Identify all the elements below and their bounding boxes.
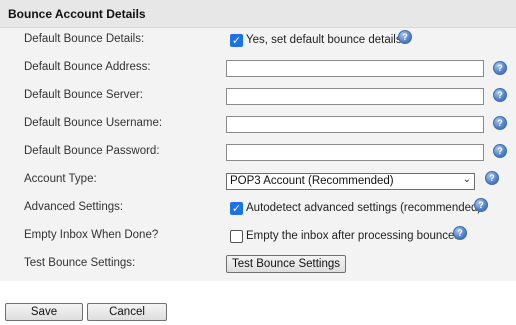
help-icon[interactable]: ? — [493, 61, 507, 75]
help-icon[interactable]: ? — [485, 171, 499, 185]
panel-header: Bounce Account Details — [0, 0, 516, 28]
advanced-settings-label: Advanced Settings: — [24, 201, 124, 213]
default-details-checkbox[interactable]: ✓ — [230, 34, 243, 47]
empty-inbox-checkbox-label[interactable]: Empty the inbox after processing bounces — [246, 230, 460, 242]
save-button[interactable]: Save — [5, 303, 83, 321]
bounce-address-label: Default Bounce Address: — [24, 61, 151, 73]
help-icon[interactable]: ? — [493, 144, 507, 158]
empty-inbox-label: Empty Inbox When Done? — [24, 229, 159, 241]
bounce-username-label: Default Bounce Username: — [24, 117, 163, 129]
account-type-select[interactable]: POP3 Account (Recommended) ⌄ — [226, 173, 475, 190]
account-type-selected: POP3 Account (Recommended) — [230, 175, 394, 187]
bounce-server-input[interactable] — [226, 88, 484, 105]
default-details-checkbox-label[interactable]: Yes, set default bounce details — [246, 34, 402, 46]
help-icon[interactable]: ? — [453, 226, 467, 240]
test-bounce-settings-button[interactable]: Test Bounce Settings — [226, 255, 346, 273]
test-bounce-label: Test Bounce Settings: — [24, 257, 136, 269]
bounce-server-label: Default Bounce Server: — [24, 89, 143, 101]
bounce-account-panel: Bounce Account Details Default Bounce De… — [0, 0, 516, 281]
chevron-down-icon: ⌄ — [462, 174, 471, 185]
bounce-password-label: Default Bounce Password: — [24, 145, 160, 157]
cancel-button[interactable]: Cancel — [87, 303, 167, 321]
empty-inbox-checkbox[interactable] — [230, 230, 243, 243]
bounce-password-input[interactable] — [226, 144, 484, 161]
bounce-address-input[interactable] — [226, 60, 484, 77]
default-details-label: Default Bounce Details: — [24, 33, 145, 45]
account-type-label: Account Type: — [24, 173, 97, 185]
advanced-settings-checkbox[interactable]: ✓ — [230, 202, 243, 215]
help-icon[interactable]: ? — [398, 30, 412, 44]
help-icon[interactable]: ? — [474, 198, 488, 212]
help-icon[interactable]: ? — [493, 116, 507, 130]
section-title: Bounce Account Details — [8, 7, 146, 21]
bounce-username-input[interactable] — [226, 116, 484, 133]
advanced-settings-checkbox-label[interactable]: Autodetect advanced settings (recommende… — [246, 202, 481, 214]
help-icon[interactable]: ? — [493, 88, 507, 102]
